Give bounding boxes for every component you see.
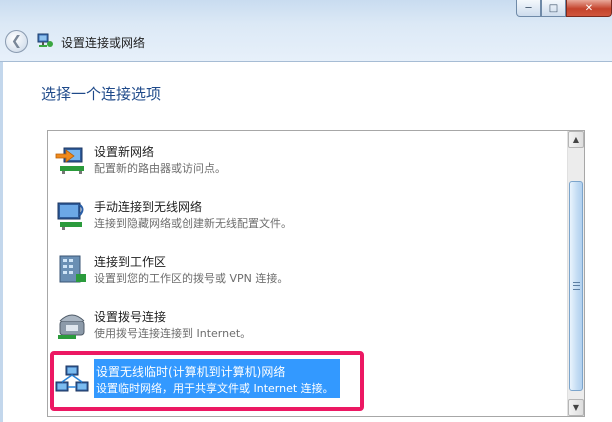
option-manual-wireless[interactable]: 手动连接到无线网络 连接到隐藏网络或创建新无线配置文件。 xyxy=(52,194,570,244)
chevron-down-icon: ▼ xyxy=(572,403,580,412)
option-workplace[interactable]: 连接到工作区 设置到您的工作区的拨号或 VPN 连接。 xyxy=(52,249,570,299)
option-title: 设置新网络 xyxy=(94,145,155,159)
option-new-network[interactable]: 设置新网络 配置新的路由器或访问点。 xyxy=(52,139,570,189)
caption-buttons: ─ □ ✕ xyxy=(516,0,612,17)
back-button[interactable]: ❮ xyxy=(5,30,28,53)
vertical-scrollbar[interactable]: ▲ ▼ xyxy=(567,131,584,416)
network-setup-icon xyxy=(37,33,53,47)
wireless-manual-icon xyxy=(57,202,84,230)
new-network-icon xyxy=(55,147,84,174)
workplace-building-icon xyxy=(59,255,86,283)
grip-icon xyxy=(573,282,580,290)
option-description: 连接到隐藏网络或创建新无线配置文件。 xyxy=(94,217,292,230)
close-button[interactable]: ✕ xyxy=(566,0,612,17)
option-title: 连接到工作区 xyxy=(94,255,167,269)
maximize-button[interactable]: □ xyxy=(541,0,566,17)
option-dialup[interactable]: 设置拨号连接 使用拨号连接连接到 Internet。 xyxy=(52,304,570,354)
page-heading: 选择一个连接选项 xyxy=(41,85,162,103)
chevron-up-icon: ▲ xyxy=(572,135,580,144)
option-title: 设置拨号连接 xyxy=(94,310,167,324)
option-description: 使用拨号连接连接到 Internet。 xyxy=(94,327,252,340)
scroll-down-button[interactable]: ▼ xyxy=(568,399,584,416)
dialup-phone-icon xyxy=(58,314,85,339)
connection-options-list[interactable]: 设置新网络 配置新的路由器或访问点。 手动连接到无线网络 连接到隐藏网络或创建新… xyxy=(47,130,585,417)
option-description: 配置新的路由器或访问点。 xyxy=(94,162,226,175)
option-title: 手动连接到无线网络 xyxy=(94,200,203,214)
scrollbar-thumb[interactable] xyxy=(569,181,583,391)
scroll-up-button[interactable]: ▲ xyxy=(568,131,584,148)
content-area: 选择一个连接选项 设置新网络 配置新的路由器或访问点。 手动连接到无线网络 连接… xyxy=(3,62,612,422)
highlight-annotation-frame xyxy=(50,351,364,411)
option-description: 设置到您的工作区的拨号或 VPN 连接。 xyxy=(94,272,289,285)
window-title-bar: ─ □ ✕ ❮ 设置连接或网络 xyxy=(0,0,612,62)
minimize-button[interactable]: ─ xyxy=(516,0,541,17)
window-title: 设置连接或网络 xyxy=(61,36,146,50)
back-arrow-icon: ❮ xyxy=(11,34,22,49)
